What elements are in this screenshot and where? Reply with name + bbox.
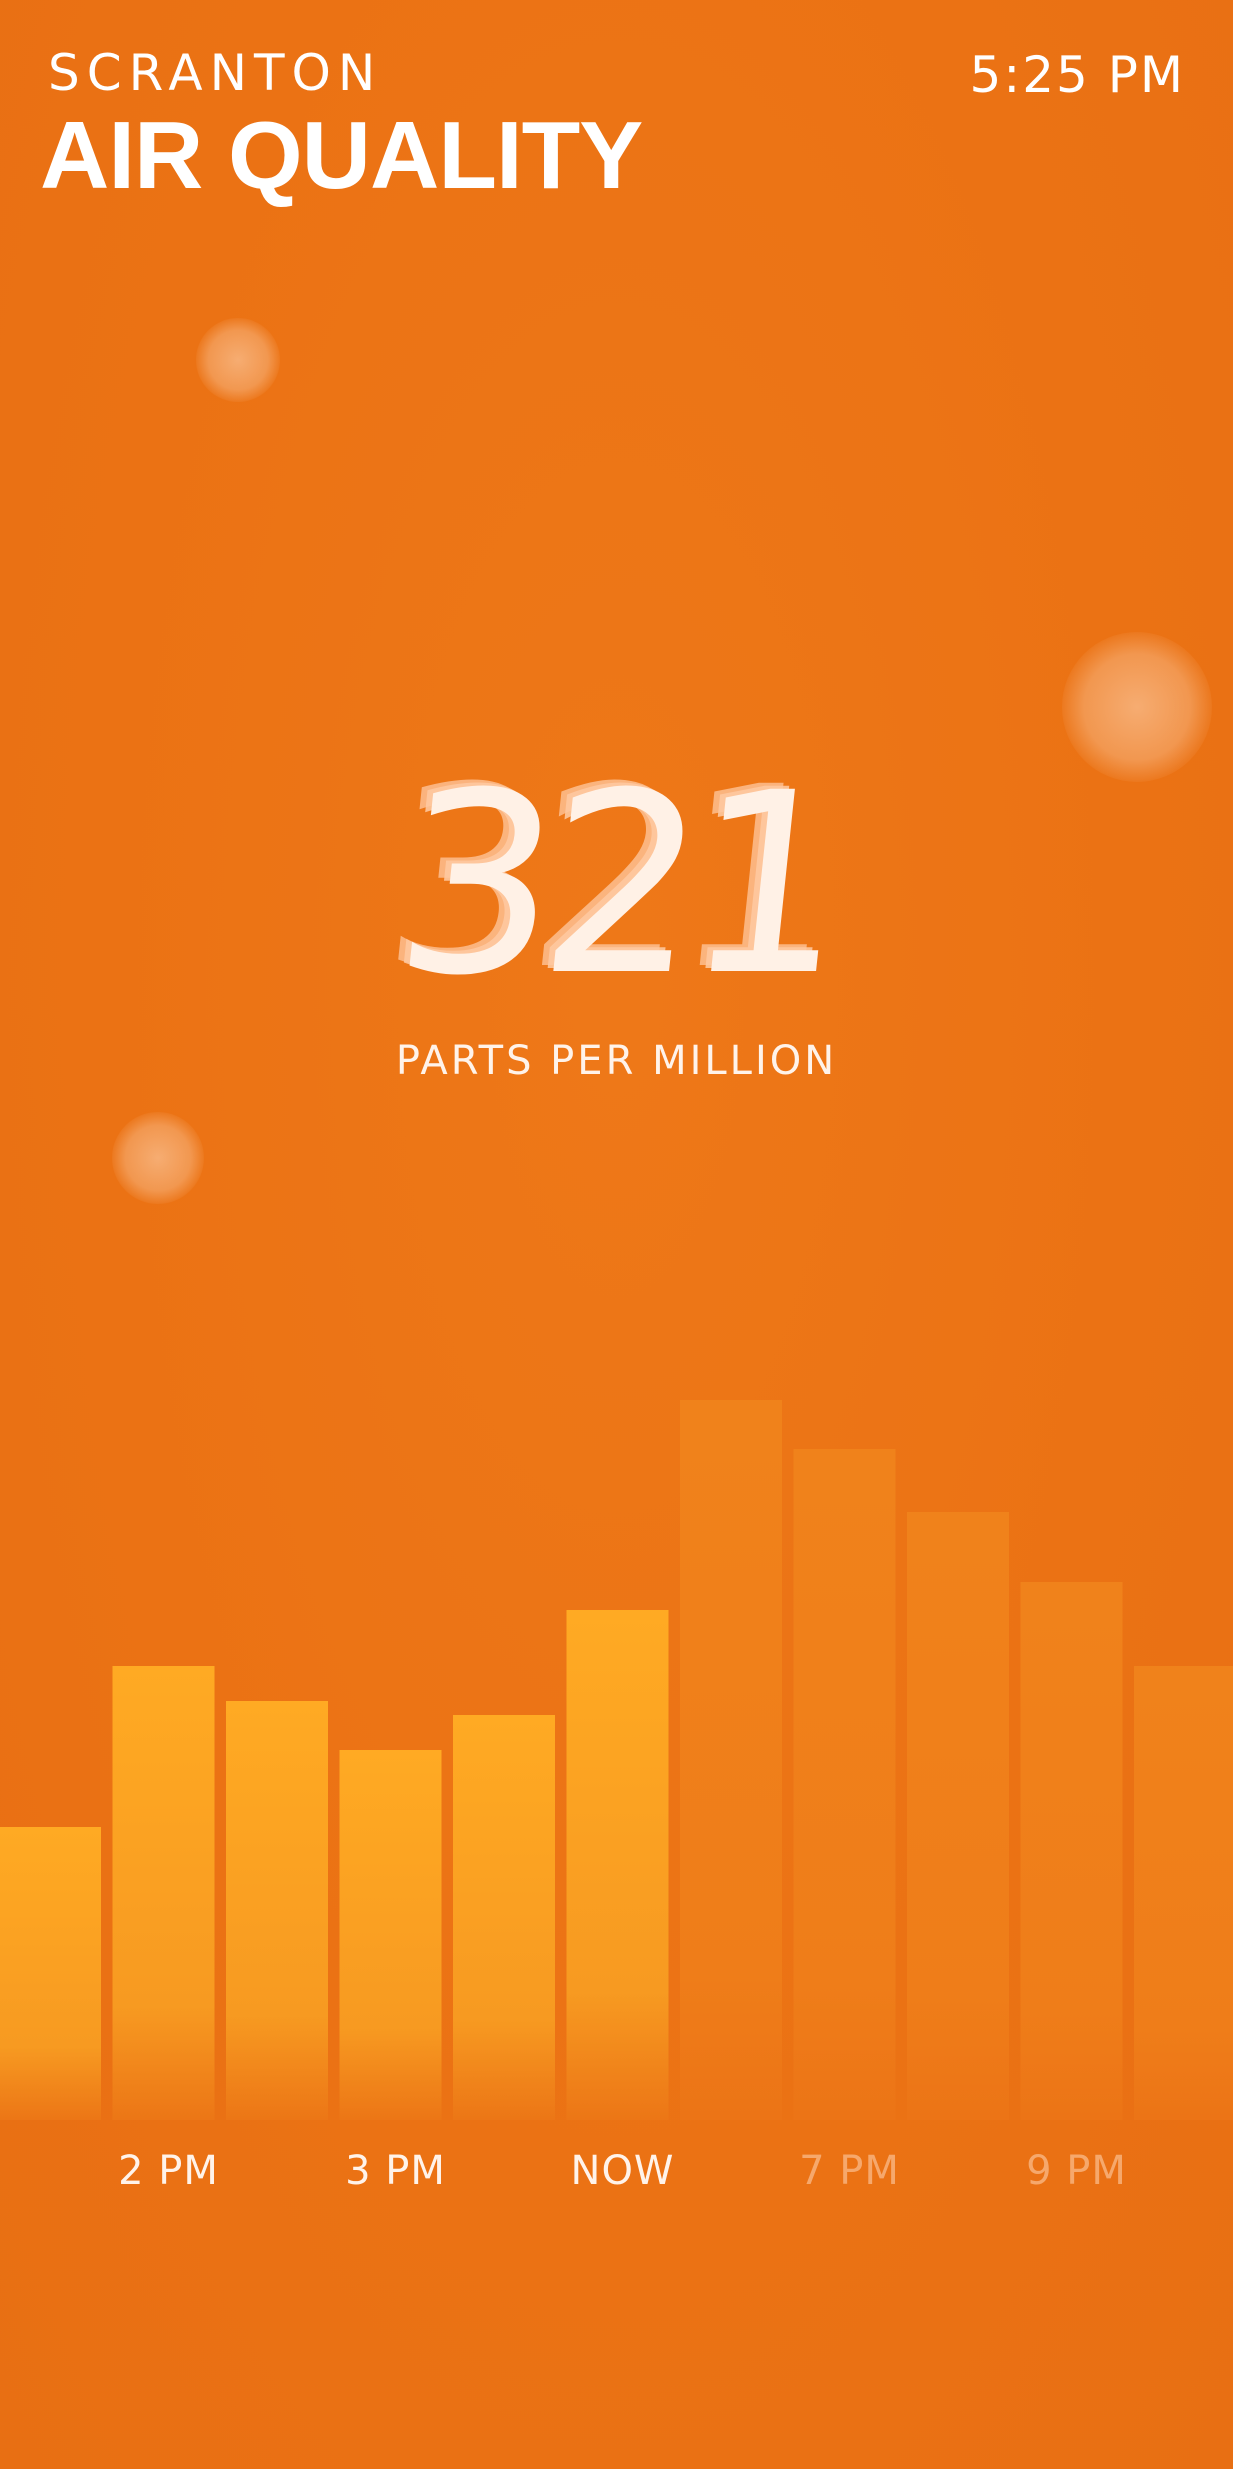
measured-bar [112, 1666, 215, 2120]
ppm-value: 321 [383, 739, 850, 1030]
measured-bar [226, 1701, 328, 2120]
city-name: SCRANTON [48, 44, 383, 102]
time-axis-label: 3 PM [345, 2148, 446, 2194]
time-axis-label: NOW [570, 2148, 675, 2194]
time-axis-label: 9 PM [1026, 2148, 1127, 2194]
time-axis: 2 PM 3 PM NOW 7 PM 9 PM [0, 2148, 1233, 2208]
air-quality-screen: SCRANTON AIR QUALITY 5:25 PM 321 PARTS P… [0, 0, 1233, 2469]
bokeh-particle [196, 318, 280, 402]
measured-bar [339, 1750, 442, 2120]
current-time: 5:25 PM [969, 46, 1185, 104]
units-label: PARTS PER MILLION [395, 1038, 838, 1084]
forecast-bar [1020, 1582, 1123, 2120]
forecast-bar [793, 1449, 896, 2120]
forecast-bar [680, 1400, 782, 2120]
time-axis-label: 7 PM [799, 2148, 900, 2194]
measured-bar [566, 1610, 669, 2120]
measured-bar [453, 1715, 555, 2120]
forecast-bar [907, 1512, 1009, 2120]
page-title: AIR QUALITY [40, 102, 643, 209]
forecast-bar [1134, 1666, 1233, 2120]
air-quality-bar-chart [0, 1400, 1233, 2120]
reading-block: 321 [0, 739, 1233, 1030]
bokeh-particle [112, 1112, 204, 1204]
measured-bar [0, 1827, 101, 2120]
time-axis-label: 2 PM [118, 2148, 219, 2194]
